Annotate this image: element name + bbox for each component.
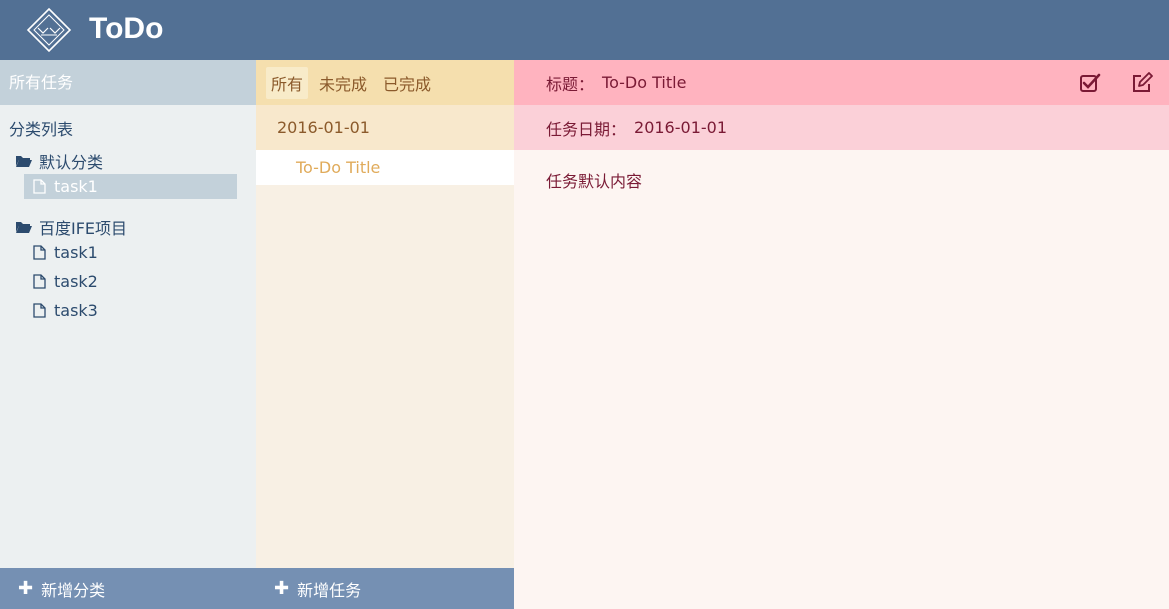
- file-icon: [33, 245, 46, 260]
- task-filter-tabs: 所有 未完成 已完成: [256, 60, 514, 105]
- detail-title-bar: 标题： To-Do Title: [514, 60, 1169, 105]
- detail-title-value: To-Do Title: [602, 73, 687, 92]
- complete-check-icon[interactable]: [1079, 72, 1101, 94]
- add-task-label: 新增任务: [297, 580, 362, 600]
- app-title: ToDo: [89, 12, 164, 45]
- task-label: task1: [54, 177, 98, 196]
- folder-open-icon: [16, 222, 32, 233]
- plus-icon: ✚: [274, 577, 290, 599]
- category-baidu-ife[interactable]: 百度IFE项目: [15, 215, 127, 239]
- tab-completed[interactable]: 已完成: [378, 67, 436, 99]
- detail-date-bar: 任务日期： 2016-01-01: [514, 105, 1169, 150]
- tab-incomplete[interactable]: 未完成: [314, 67, 372, 99]
- add-category-button[interactable]: ✚ 新增分类: [0, 568, 256, 609]
- category-task-item[interactable]: task3: [24, 298, 237, 323]
- detail-title-label: 标题：: [546, 74, 595, 94]
- category-task-item[interactable]: task1: [24, 240, 237, 265]
- folder-open-icon: [16, 156, 32, 167]
- task-label: task2: [54, 272, 98, 291]
- category-task-item[interactable]: task2: [24, 269, 237, 294]
- task-panel: 所有 未完成 已完成 2016-01-01 To-Do Title: [256, 60, 514, 568]
- task-label: task1: [54, 243, 98, 262]
- all-tasks-header[interactable]: 所有任务: [0, 60, 256, 105]
- category-label: 默认分类: [39, 153, 104, 172]
- logo-icon: [26, 7, 72, 53]
- category-list-title: 分类列表: [9, 120, 74, 139]
- file-icon: [33, 179, 46, 194]
- edit-icon[interactable]: [1131, 72, 1153, 94]
- category-default[interactable]: 默认分类: [15, 149, 103, 173]
- add-category-label: 新增分类: [41, 580, 106, 600]
- add-task-button[interactable]: ✚ 新增任务: [256, 568, 514, 609]
- detail-content: 任务默认内容: [546, 172, 643, 191]
- category-label: 百度IFE项目: [39, 219, 128, 238]
- category-panel: 所有任务 分类列表 默认分类 task1 百度IFE项目 task1 task2…: [0, 60, 256, 609]
- app-header: ToDo: [0, 0, 1169, 60]
- file-icon: [33, 303, 46, 318]
- task-list-item[interactable]: To-Do Title: [256, 150, 514, 185]
- detail-date-value: 2016-01-01: [634, 118, 727, 137]
- tab-all[interactable]: 所有: [266, 66, 309, 99]
- file-icon: [33, 274, 46, 289]
- detail-date-label: 任务日期：: [546, 119, 627, 139]
- plus-icon: ✚: [18, 577, 34, 599]
- category-task-item[interactable]: task1: [24, 174, 237, 199]
- task-detail-panel: 标题： To-Do Title 任务日期： 2016-01-01 任务默认内容: [514, 60, 1169, 609]
- task-date-group: 2016-01-01: [256, 105, 514, 150]
- task-label: task3: [54, 301, 98, 320]
